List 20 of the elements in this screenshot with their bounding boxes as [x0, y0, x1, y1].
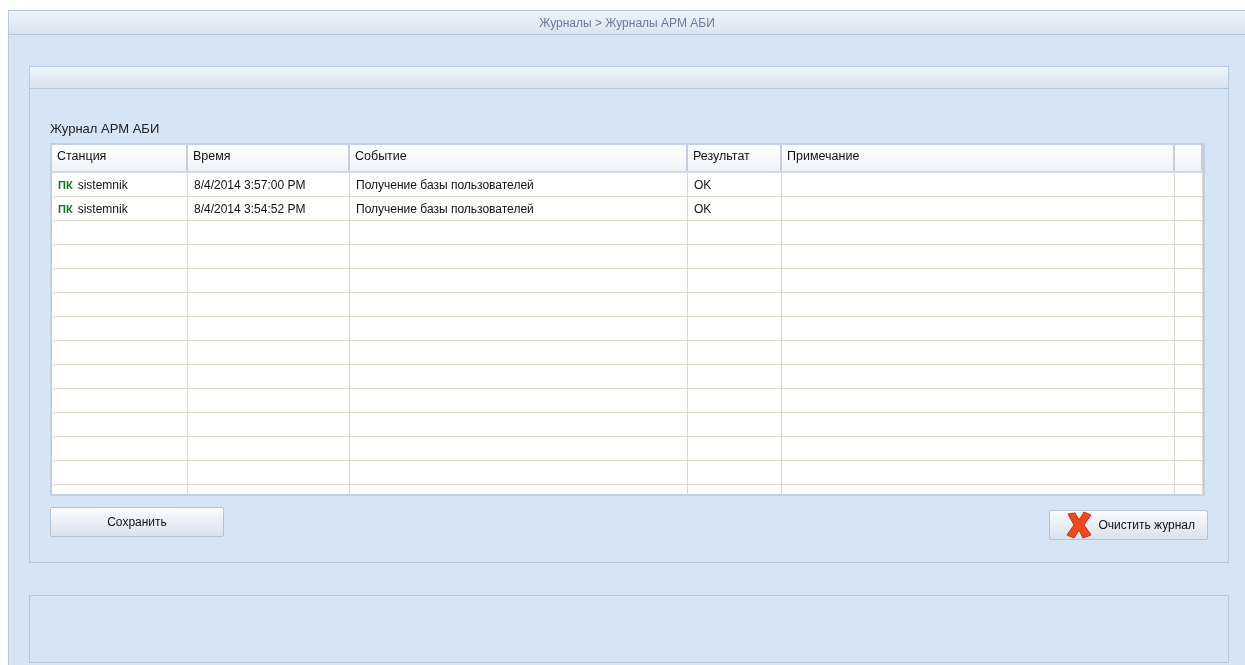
station-name: sistemnik: [77, 201, 128, 216]
save-button[interactable]: Сохранить: [50, 507, 224, 537]
table-cell: 8/4/2014 3:57:00 PM: [188, 173, 350, 196]
column-header[interactable]: Время: [188, 145, 350, 171]
clear-log-button[interactable]: Очистить журнал: [1049, 510, 1208, 540]
computer-label: ПК: [58, 178, 73, 191]
table-cell: Получение базы пользователей: [350, 173, 688, 196]
column-header[interactable]: Примечание: [782, 145, 1175, 171]
station-name: sistemnik: [77, 177, 128, 192]
cross-icon: [1064, 511, 1095, 539]
journal-title: Журнал АРМ АБИ: [50, 121, 161, 138]
table-cell: OK: [688, 173, 782, 196]
table-cell: OK: [688, 197, 782, 220]
breadcrumb[interactable]: Журналы > Журналы АРМ АБИ: [539, 15, 715, 30]
computer-label: ПК: [58, 202, 73, 215]
column-header[interactable]: Событие: [350, 145, 688, 171]
column-header[interactable]: Станция: [52, 145, 188, 171]
table-cell: Получение базы пользователей: [350, 197, 688, 220]
table-cell: 8/4/2014 3:54:52 PM: [188, 197, 350, 220]
column-header[interactable]: Результат: [688, 145, 782, 171]
